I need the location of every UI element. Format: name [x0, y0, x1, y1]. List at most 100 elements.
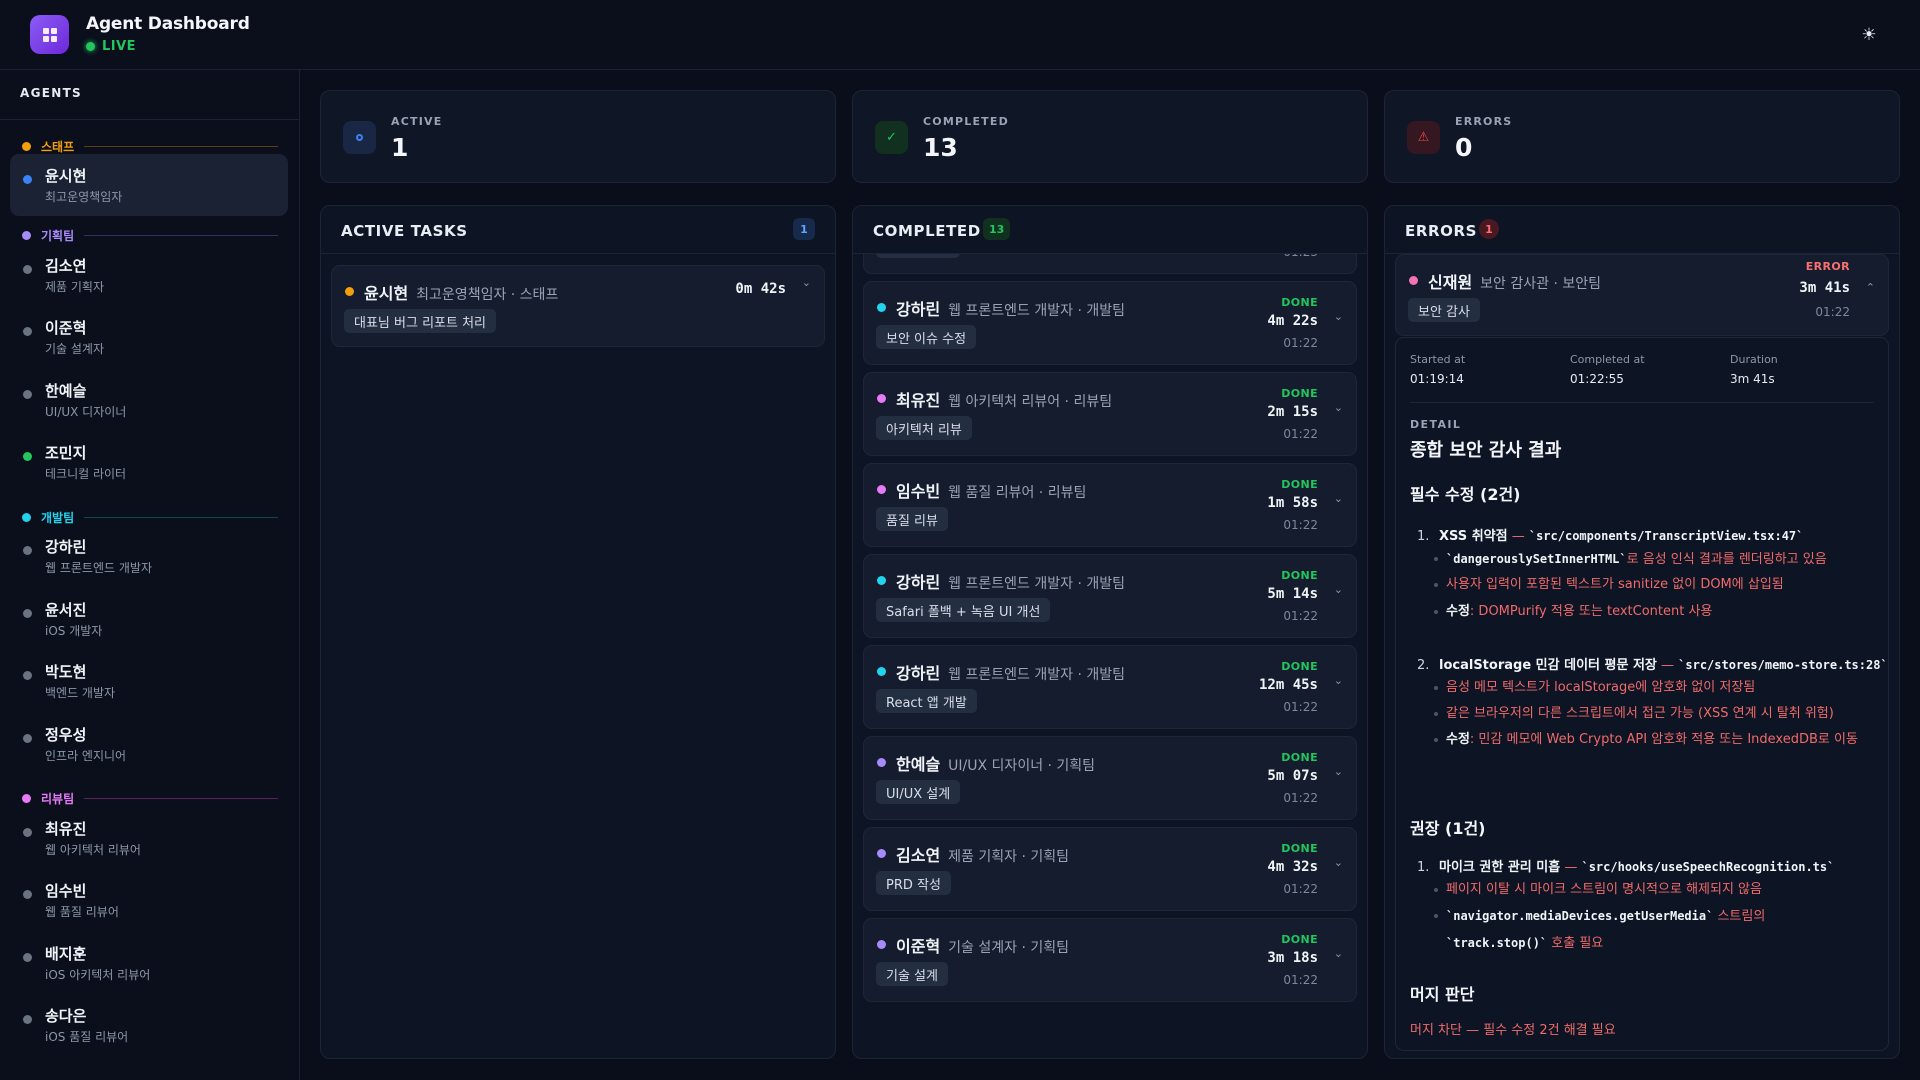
group-label: 기획팀 — [41, 228, 75, 243]
app-header: Agent Dashboard LIVE ☀ — [0, 0, 1920, 70]
item-path: `src/stores/memo-store.ts:28` — [1678, 658, 1888, 672]
chevron-down-icon[interactable]: ⌄ — [1334, 310, 1343, 323]
agent-name: 최유진 — [45, 820, 87, 838]
agent-item[interactable]: 한예슬 UI/UX 디자이너 — [10, 369, 288, 431]
task-agent: 강하린 웹 프론트엔드 개발자 · 개발팀 — [896, 296, 1125, 320]
inline-code: `track.stop()` — [1446, 936, 1548, 950]
item-number: 1. — [1417, 529, 1430, 544]
task-agent: 이준혁 기술 설계자 · 기획팀 — [896, 933, 1069, 957]
task-status-badge: ERROR — [1805, 260, 1850, 273]
group-label: 스태프 — [41, 139, 75, 154]
completed-panel[interactable]: COMPLETED 13 신재원보안 감사관 · 보안팀보안 재감사DONE1m… — [852, 205, 1368, 1059]
task-time: 01:22 — [1283, 882, 1318, 896]
task-agent-meta: 제품 기획자 · 기획팀 — [948, 849, 1070, 865]
group-label: 리뷰팀 — [41, 791, 75, 806]
agents-sidebar[interactable]: AGENTS 스태프 윤시현 최고운영책임자 기획팀 김소연 제품 기획자 이준… — [0, 70, 300, 1080]
bullet-text: : DOMPurify 적용 또는 textContent 사용 — [1469, 604, 1713, 619]
issue-bullet: 수정: 민감 메모에 Web Crypto API 암호화 적용 또는 Inde… — [1434, 727, 1866, 753]
task-card[interactable]: 강하린 웹 프론트엔드 개발자 · 개발팀 React 앱 개발 DONE 12m 45… — [863, 645, 1357, 729]
item-separator: — — [1560, 860, 1582, 875]
count-badge: 1 — [1479, 219, 1499, 239]
sidebar-title: AGENTS — [20, 86, 83, 100]
agent-item[interactable]: 윤서진 iOS 개발자 — [10, 588, 288, 650]
group-divider — [84, 234, 278, 236]
item-separator: — — [1507, 529, 1529, 544]
item-title: XSS 취약점 — [1439, 529, 1508, 544]
task-card[interactable]: 최유진 웹 아키텍처 리뷰어 · 리뷰팀 아키텍처 리뷰 DONE 2m 15s 01:2… — [863, 372, 1357, 456]
task-agent: 최유진 웹 아키텍처 리뷰어 · 리뷰팀 — [896, 387, 1112, 411]
chevron-down-icon[interactable]: ⌄ — [1334, 583, 1343, 596]
bullet-text: 로 음성 인식 결과를 렌더링하고 있음 — [1626, 552, 1827, 567]
agent-item[interactable]: 조민지 테크니컬 라이터 — [10, 431, 288, 493]
agent-name: 이준혁 — [45, 319, 87, 337]
task-duration: 4m 32s — [1267, 859, 1318, 875]
task-agent: 신재원 보안 감사관 · 보안팀 — [1428, 269, 1601, 293]
chevron-up-icon[interactable]: ⌃ — [1866, 281, 1875, 294]
agent-status-dot — [23, 1015, 32, 1024]
stat-label: COMPLETED — [923, 115, 1009, 128]
task-duration: 2m 15s — [1267, 404, 1318, 420]
task-card[interactable]: 윤시현 최고운영책임자 · 스태프 대표님 버그 리포트 처리 0m 42s ⌄ — [331, 265, 825, 347]
agent-item[interactable]: 윤시현 최고운영책임자 — [10, 154, 288, 216]
grid-icon — [42, 27, 57, 42]
issue-item: 2. localStorage 민감 데이터 평문 저장 — `src/store… — [1417, 654, 1888, 673]
meta-value: 01:22:55 — [1570, 372, 1624, 386]
detail-heading: 종합 보안 감사 결과 — [1410, 440, 1562, 461]
theme-toggle-button[interactable]: ☀ — [1856, 22, 1882, 48]
chevron-down-icon[interactable]: ⌄ — [802, 276, 811, 289]
task-card[interactable]: 한예슬 UI/UX 디자이너 · 기획팀 UI/UX 설계 DONE 5m 07s 01:… — [863, 736, 1357, 820]
task-card[interactable]: 임수빈 웹 품질 리뷰어 · 리뷰팀 품질 리뷰 DONE 1m 58s 01:22 ⌄ — [863, 463, 1357, 547]
agent-role: 제품 기획자 — [45, 280, 105, 294]
agent-status-dot — [877, 667, 886, 676]
chevron-down-icon[interactable]: ⌄ — [1334, 947, 1343, 960]
task-tag: 보안 이슈 수정 — [876, 325, 977, 349]
task-elapsed: 0m 42s — [735, 281, 786, 297]
agent-item[interactable]: 임수빈 웹 품질 리뷰어 — [10, 869, 288, 931]
warning-icon: ⚠ — [1407, 121, 1440, 154]
agent-role: 웹 아키텍처 리뷰어 — [45, 843, 141, 857]
agent-item[interactable]: 강하린 웹 프론트엔드 개발자 — [10, 525, 288, 587]
task-duration: 1m 58s — [1267, 495, 1318, 511]
agent-name: 송다은 — [45, 1007, 87, 1025]
chevron-down-icon[interactable]: ⌄ — [1334, 401, 1343, 414]
agent-status-dot — [23, 671, 32, 680]
task-tag: 보안 감사 — [1408, 298, 1480, 322]
agent-status-dot — [23, 734, 32, 743]
stat-value: 0 — [1455, 133, 1473, 162]
agent-status-dot — [877, 849, 886, 858]
agent-item[interactable]: 송다은 iOS 품질 리뷰어 — [10, 994, 288, 1056]
panel-title: COMPLETED — [873, 222, 981, 240]
stat-card-errors: ⚠ ERRORS 0 — [1384, 90, 1900, 183]
task-card[interactable]: 강하린 웹 프론트엔드 개발자 · 개발팀 보안 이슈 수정 DONE 4m 22s 01… — [863, 281, 1357, 365]
agent-item[interactable]: 이준혁 기술 설계자 — [10, 306, 288, 368]
issue-bullet: `dangerouslySetInnerHTML`로 음성 인식 결과를 렌더링… — [1434, 546, 1866, 573]
duration-meta: Duration 3m 41s — [1730, 353, 1778, 386]
agent-status-dot — [23, 546, 32, 555]
chevron-down-icon[interactable]: ⌄ — [1334, 674, 1343, 687]
task-card[interactable]: 김소연 제품 기획자 · 기획팀 PRD 작성 DONE 4m 32s 01:22 ⌄ — [863, 827, 1357, 911]
chevron-down-icon[interactable]: ⌄ — [1334, 765, 1343, 778]
errors-panel[interactable]: ERRORS 1 신재원 보안 감사관 · 보안팀 보안 감사 ERROR 3m … — [1384, 205, 1900, 1059]
agent-item[interactable]: 정우성 인프라 엔지니어 — [10, 713, 288, 775]
completed-meta: Completed at 01:22:55 — [1570, 353, 1645, 386]
group-header-dev: 개발팀 — [22, 509, 278, 525]
task-agent: 김소연 제품 기획자 · 기획팀 — [896, 842, 1069, 866]
group-dot-icon — [22, 141, 31, 151]
task-duration: 5m 14s — [1267, 586, 1318, 602]
task-card[interactable]: 강하린 웹 프론트엔드 개발자 · 개발팀 Safari 폴백 + 녹음 UI 개선… — [863, 554, 1357, 638]
detail-section-label: DETAIL — [1410, 418, 1462, 431]
active-tasks-panel: ACTIVE TASKS 1 윤시현 최고운영책임자 · 스태프 대표님 버그 리… — [320, 205, 836, 1059]
meta-value: 01:19:14 — [1410, 372, 1464, 386]
agent-item[interactable]: 박도현 백엔드 개발자 — [10, 650, 288, 712]
agent-name: 강하린 — [45, 538, 87, 556]
panel-header: ERRORS 1 — [1385, 206, 1899, 254]
agent-item[interactable]: 배지훈 iOS 아키텍처 리뷰어 — [10, 932, 288, 994]
agent-status-dot — [23, 828, 32, 837]
task-tag: PRD 작성 — [876, 871, 951, 895]
agent-item[interactable]: 김소연 제품 기획자 — [10, 244, 288, 306]
chevron-down-icon[interactable]: ⌄ — [1334, 492, 1343, 505]
task-card[interactable]: 이준혁 기술 설계자 · 기획팀 기술 설계 DONE 3m 18s 01:22 ⌄ — [863, 918, 1357, 1002]
chevron-down-icon[interactable]: ⌄ — [1334, 856, 1343, 869]
error-task-card[interactable]: 신재원 보안 감사관 · 보안팀 보안 감사 ERROR 3m 41s 01:22… — [1395, 254, 1889, 336]
agent-item[interactable]: 최유진 웹 아키텍처 리뷰어 — [10, 807, 288, 869]
